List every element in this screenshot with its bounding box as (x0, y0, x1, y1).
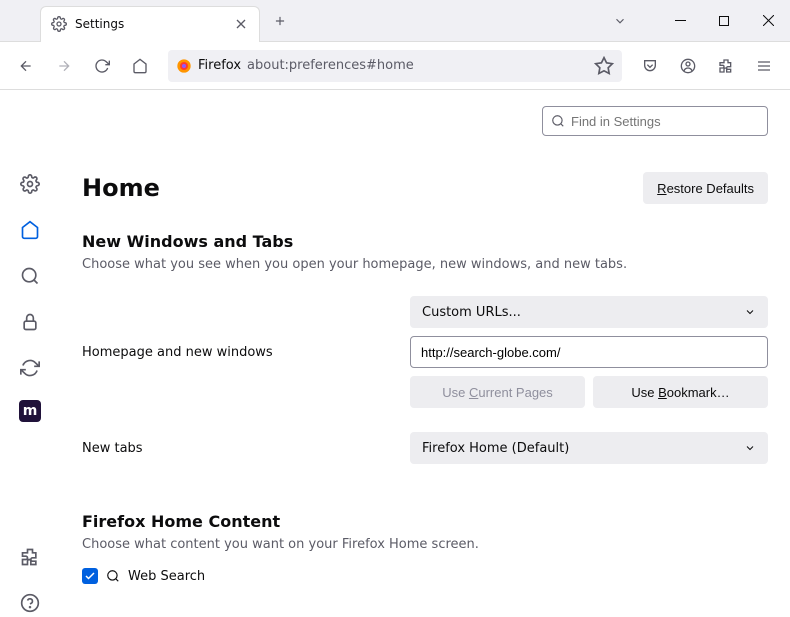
pocket-button[interactable] (634, 50, 666, 82)
websearch-label: Web Search (128, 569, 205, 584)
sidebar-item-search[interactable] (16, 262, 44, 290)
sidebar-item-general[interactable] (16, 170, 44, 198)
forward-button[interactable] (48, 50, 80, 82)
section-new-windows-desc: Choose what you see when you open your h… (82, 257, 768, 272)
sidebar-item-home[interactable] (16, 216, 44, 244)
browser-tab[interactable]: Settings (40, 6, 260, 42)
minimize-button[interactable] (658, 3, 702, 39)
gear-icon (51, 16, 75, 32)
check-icon (84, 570, 96, 582)
search-icon (551, 114, 565, 128)
chevron-down-icon (744, 306, 756, 318)
sidebar-item-sync[interactable] (16, 354, 44, 382)
window-controls (658, 3, 790, 39)
newtabs-select-value: Firefox Home (Default) (422, 441, 569, 456)
homepage-label: Homepage and new windows (82, 345, 394, 360)
new-tab-button[interactable] (266, 7, 294, 35)
bookmark-star-icon[interactable] (594, 56, 614, 76)
newtabs-select[interactable]: Firefox Home (Default) (410, 432, 768, 464)
url-bar[interactable]: Firefox about:preferences#home (168, 50, 622, 82)
app-menu-button[interactable] (748, 50, 780, 82)
section-home-content-title: Firefox Home Content (82, 512, 768, 531)
account-button[interactable] (672, 50, 704, 82)
find-input[interactable] (571, 114, 759, 129)
section-new-windows-title: New Windows and Tabs (82, 232, 768, 251)
url-text: about:preferences#home (247, 58, 588, 73)
close-window-button[interactable] (746, 3, 790, 39)
titlebar: Settings (0, 0, 790, 42)
section-home-content-desc: Choose what content you want on your Fir… (82, 537, 768, 552)
reload-button[interactable] (86, 50, 118, 82)
sidebar-item-mozilla[interactable]: m (19, 400, 41, 422)
url-identity: Firefox (198, 58, 241, 73)
maximize-button[interactable] (702, 3, 746, 39)
restore-defaults-button[interactable]: Restore Defaults (643, 172, 768, 204)
sidebar-item-help[interactable] (16, 589, 44, 617)
list-all-tabs-button[interactable] (602, 3, 638, 39)
nav-toolbar: Firefox about:preferences#home (0, 42, 790, 90)
sidebar-item-extensions[interactable] (16, 543, 44, 571)
settings-sidebar: m (0, 90, 60, 617)
websearch-checkbox[interactable] (82, 568, 98, 584)
firefox-logo-icon (176, 58, 192, 74)
newtabs-label: New tabs (82, 441, 394, 456)
homepage-url-input[interactable] (410, 336, 768, 368)
homepage-select[interactable]: Custom URLs... (410, 296, 768, 328)
home-button[interactable] (124, 50, 156, 82)
sidebar-item-privacy[interactable] (16, 308, 44, 336)
page-title: Home (82, 174, 643, 202)
chevron-down-icon (744, 442, 756, 454)
search-icon (106, 569, 120, 583)
close-tab-icon[interactable] (233, 16, 249, 32)
tab-title: Settings (75, 17, 233, 31)
extensions-button[interactable] (710, 50, 742, 82)
use-bookmark-button[interactable]: Use Bookmark… (593, 376, 768, 408)
homepage-select-value: Custom URLs... (422, 305, 521, 320)
settings-main: Home Restore Defaults New Windows and Ta… (60, 90, 790, 617)
find-in-settings[interactable] (542, 106, 768, 136)
back-button[interactable] (10, 50, 42, 82)
use-current-pages-button[interactable]: Use Current Pages (410, 376, 585, 408)
